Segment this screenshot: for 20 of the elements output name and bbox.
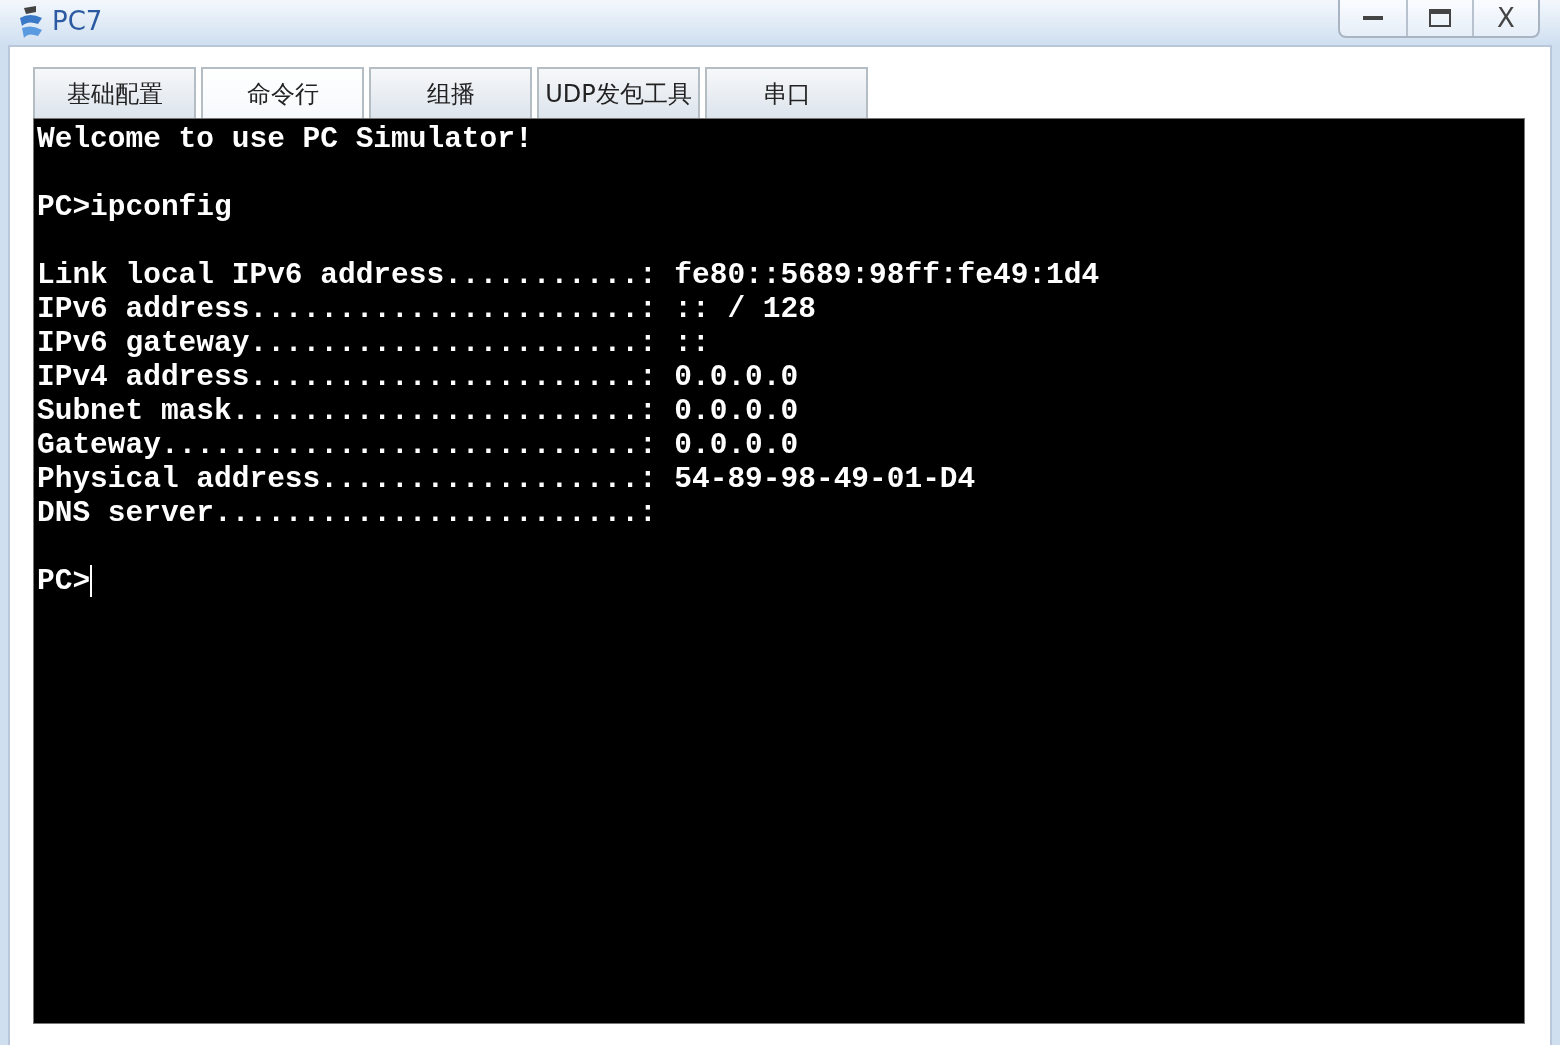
terminal-line: DNS server........................: [37,496,657,530]
tab[interactable]: 串口 [705,67,868,118]
tab[interactable]: UDP发包工具 [537,67,700,118]
maximize-icon [1429,9,1451,27]
terminal-line: Physical address..................: 54-89-98-49-01-D4 [37,462,976,496]
tab[interactable]: 组播 [369,67,532,118]
terminal-line: IPv6 address......................: :: / 128 [37,292,816,326]
tab[interactable]: 基础配置 [33,67,196,118]
terminal-line: IPv4 address......................: 0.0.0.0 [37,360,799,394]
terminal-line: Welcome to use PC Simulator! [37,122,533,156]
terminal[interactable] [33,118,1525,1024]
terminal-line: Link local IPv6 address...........: fe80::5689:98ff:fe49:1d4 [37,258,1100,292]
tab[interactable]: 命令行 [201,67,364,118]
terminal-line: PC>ipconfig [37,190,232,224]
window-title: PC7 [52,6,103,36]
terminal-line: PC> [37,564,91,598]
minimize-icon [1363,15,1383,21]
terminal-line: Gateway...........................: 0.0.0.0 [37,428,799,462]
terminal-line: Subnet mask.......................: 0.0.0.0 [37,394,799,428]
terminal-line: IPv6 gateway......................: :: [37,326,710,360]
